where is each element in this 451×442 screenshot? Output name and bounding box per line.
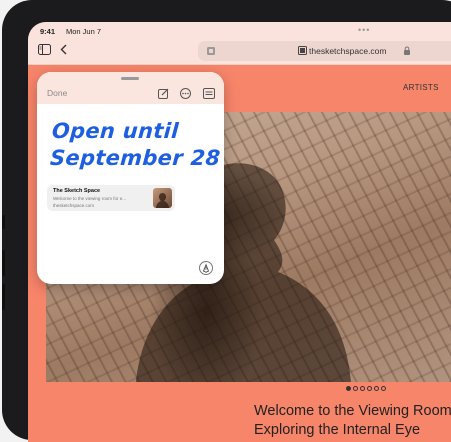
carousel-dots (346, 386, 386, 391)
done-button[interactable]: Done (47, 88, 67, 98)
carousel-dot[interactable] (360, 386, 365, 391)
sidebar-icon[interactable] (38, 44, 51, 55)
carousel-dot[interactable] (381, 386, 386, 391)
status-bar: 9:41 Mon Jun 7 ••• (28, 22, 451, 40)
volume-down-button (2, 284, 5, 310)
page-headline: Welcome to the Viewing Room f Exploring … (254, 402, 451, 440)
chevron-left-icon[interactable] (60, 44, 67, 55)
link-description: Welcome to the viewing room for e... (53, 196, 126, 201)
side-button (2, 215, 5, 229)
drag-handle[interactable] (121, 77, 139, 80)
safari-toolbar: thesketchspace.com (28, 40, 451, 65)
volume-up-button (2, 250, 5, 276)
handwriting-line-2: September 28 (49, 146, 222, 170)
compose-icon[interactable] (158, 86, 169, 104)
site-icon (298, 46, 307, 57)
address-text: thesketchspace.com (309, 46, 387, 56)
headline-line-1: Welcome to the Viewing Room f (254, 403, 451, 419)
handwriting-line-1: Open until (51, 119, 180, 143)
handwritten-note[interactable]: Open until September 28 (49, 118, 223, 172)
status-time: 9:41 (40, 27, 56, 36)
lock-icon (403, 46, 411, 55)
carousel-dot[interactable] (346, 386, 351, 391)
link-preview-card[interactable]: The Sketch Space Welcome to the viewing … (47, 185, 175, 211)
markup-pen-icon[interactable] (199, 261, 213, 275)
more-icon[interactable] (180, 86, 191, 104)
status-date: Mon Jun 7 (66, 27, 102, 36)
carousel-dot[interactable] (374, 386, 379, 391)
nav-artists-link[interactable]: ARTISTS (403, 83, 439, 92)
link-title: The Sketch Space (53, 188, 101, 194)
page-icon[interactable] (206, 46, 216, 56)
multitasking-menu[interactable]: ••• (358, 25, 370, 35)
address-bar[interactable]: thesketchspace.com (198, 41, 451, 61)
link-thumbnail (153, 188, 172, 208)
quick-note-header: Done (37, 72, 224, 104)
headline-line-2: Exploring the Internal Eye (254, 422, 421, 438)
carousel-dot[interactable] (367, 386, 372, 391)
link-url: thesketchspace.com (53, 203, 95, 208)
notes-list-icon[interactable] (203, 86, 215, 104)
carousel-dot[interactable] (353, 386, 358, 391)
quick-note-window[interactable]: Done Open until September 28 The Sketch … (37, 72, 224, 284)
